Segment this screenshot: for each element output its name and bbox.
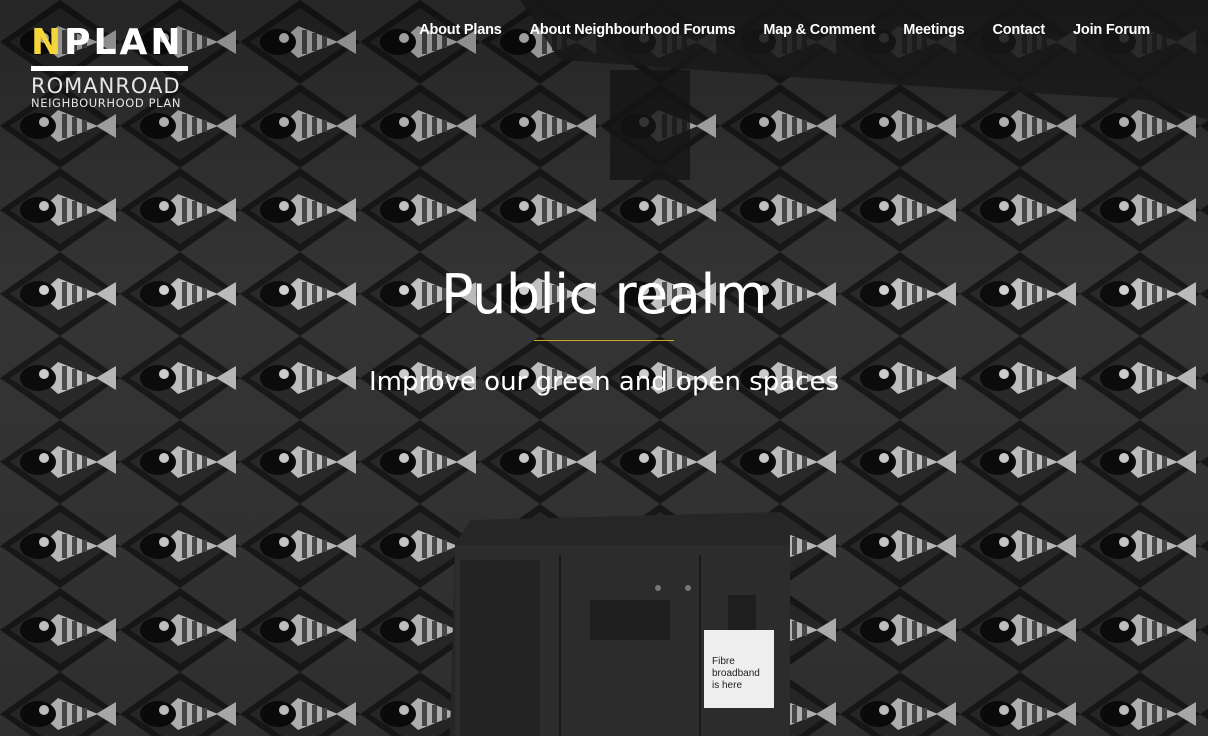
site-logo[interactable]: NPLAN ROMANROAD NEIGHBOURHOOD PLAN: [31, 24, 191, 110]
hero-subtitle: Improve our green and open spaces: [368, 367, 840, 397]
nav-join-forum[interactable]: Join Forum: [1045, 20, 1150, 40]
logo-word-plan: PLAN: [64, 22, 184, 63]
nav-map-comment[interactable]: Map & Comment: [735, 20, 875, 40]
svg-text:is here: is here: [712, 680, 742, 691]
nav-about-plans[interactable]: About Plans: [391, 20, 502, 40]
hero-text-block: Public realm Improve our green and open …: [0, 262, 1208, 399]
nav-meetings[interactable]: Meetings: [875, 20, 964, 40]
logo-letter-n: N: [31, 22, 65, 63]
hero-title-underline: [534, 340, 674, 341]
svg-text:broadband: broadband: [712, 668, 760, 679]
svg-text:Fibre: Fibre: [712, 656, 735, 667]
nav-contact[interactable]: Contact: [964, 20, 1045, 40]
street-cabinet: Fibre broadband is here: [450, 512, 790, 736]
logo-line-romanroad: ROMANROAD: [31, 74, 181, 98]
hero-title: Public realm: [441, 263, 767, 326]
hero-section: Fibre broadband is here NPLAN ROMANROAD …: [0, 0, 1208, 736]
nav-about-neighbourhood-forums[interactable]: About Neighbourhood Forums: [502, 20, 736, 40]
logo-line-neighbourhood-plan: NEIGHBOURHOOD PLAN: [31, 96, 182, 110]
logo-wordmark: NPLAN: [31, 24, 191, 62]
main-nav: About Plans About Neighbourhood Forums M…: [391, 20, 1150, 40]
logo-rule: [31, 66, 188, 71]
